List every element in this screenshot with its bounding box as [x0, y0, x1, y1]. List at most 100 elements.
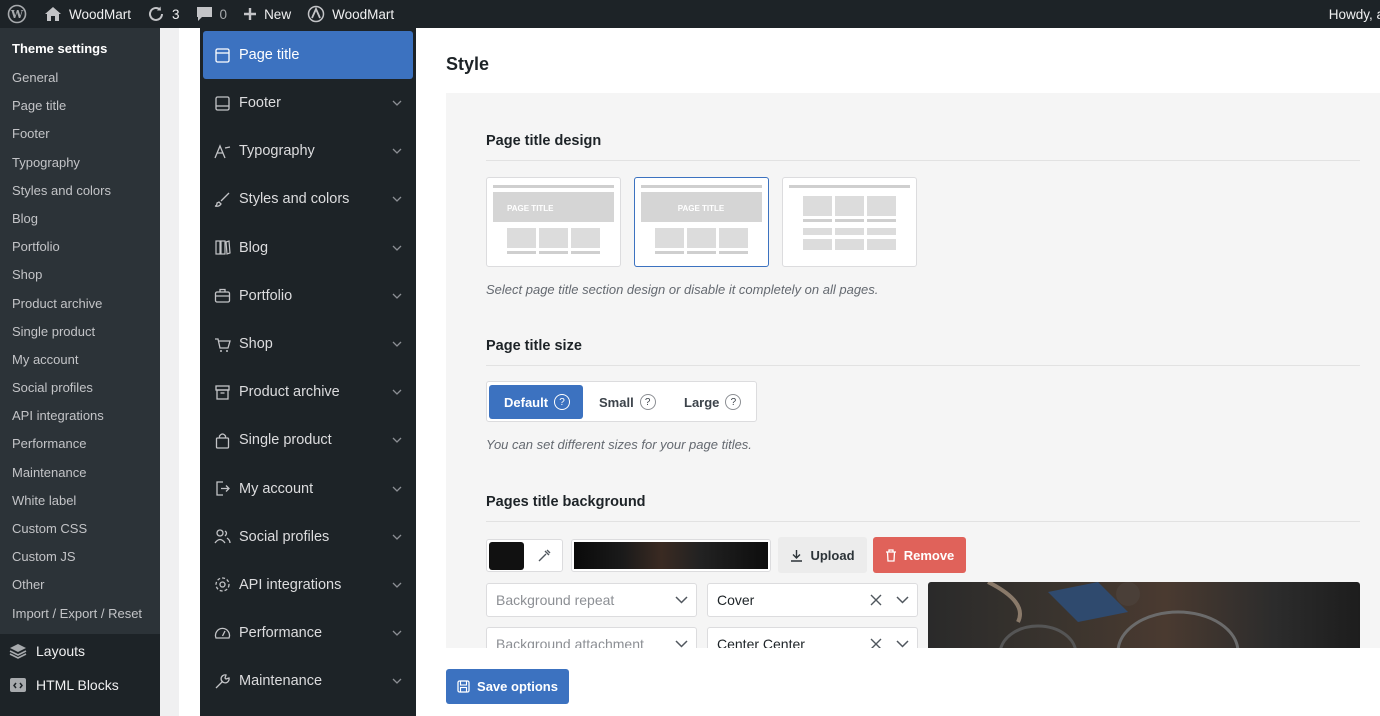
design-option-disabled[interactable] [782, 177, 917, 267]
account-menu[interactable]: Howdy, a [1329, 0, 1380, 28]
wp-submenu-item-portfolio[interactable]: Portfolio [0, 233, 160, 261]
remove-button[interactable]: Remove [873, 537, 966, 573]
wp-submenu-item-footer[interactable]: Footer [0, 120, 160, 148]
size-default-button[interactable]: Default ? [489, 385, 583, 419]
new-content-link[interactable]: New [235, 0, 299, 28]
options-nav-label: My account [239, 480, 314, 497]
options-nav-single-product[interactable]: Single product [200, 416, 416, 464]
wordpress-logo-button[interactable]: W [0, 0, 36, 28]
theme-link[interactable]: WoodMart [299, 0, 402, 28]
wp-submenu-item-custom-css[interactable]: Custom CSS [0, 515, 160, 543]
options-nav-performance[interactable]: Performance [200, 609, 416, 657]
options-nav-typography[interactable]: Typography [200, 127, 416, 175]
help-icon[interactable]: ? [554, 394, 571, 410]
theme-settings-submenu: Theme settings General Page title Footer Ty… [0, 28, 160, 634]
background-size-select[interactable]: Cover [707, 583, 918, 617]
chevron-down-icon[interactable] [392, 192, 402, 208]
options-nav-product-archive[interactable]: Product archive [200, 368, 416, 416]
wp-submenu-item-white-label[interactable]: White label [0, 487, 160, 515]
color-swatch[interactable] [489, 542, 524, 570]
menu-layouts[interactable]: Layouts [0, 634, 160, 668]
chevron-down-icon[interactable] [392, 433, 402, 449]
clear-icon[interactable] [870, 638, 882, 649]
wp-submenu-item-custom-js[interactable]: Custom JS [0, 543, 160, 571]
comments-link[interactable]: 0 [188, 0, 236, 28]
options-nav-footer[interactable]: Footer [200, 79, 416, 127]
wp-submenu-item-social-profiles[interactable]: Social profiles [0, 374, 160, 402]
options-nav-social-profiles[interactable]: Social profiles [200, 513, 416, 561]
options-nav-api-integrations[interactable]: API integrations [200, 561, 416, 609]
cyclist-photo [987, 582, 1240, 648]
chevron-down-icon[interactable] [392, 530, 402, 546]
design-option-2[interactable]: PAGE TITLE [634, 177, 769, 267]
wp-submenu-item-other[interactable]: Other [0, 571, 160, 599]
menu-html-blocks[interactable]: HTML Blocks [0, 668, 160, 702]
menu-html-blocks-label: HTML Blocks [36, 676, 119, 693]
wp-submenu-item-blog[interactable]: Blog [0, 205, 160, 233]
layout-thumbnail: PAGE TITLE [641, 185, 762, 254]
save-options-button[interactable]: Save options [446, 669, 569, 704]
wp-submenu-item-typography[interactable]: Typography [0, 149, 160, 177]
theme-label: WoodMart [332, 6, 395, 22]
updates-link[interactable]: 3 [139, 0, 188, 28]
options-nav-blog[interactable]: Blog [200, 224, 416, 272]
chevron-down-icon[interactable] [392, 337, 402, 353]
size-large-label: Large [684, 394, 720, 410]
options-nav-portfolio[interactable]: Portfolio [200, 272, 416, 320]
new-label: New [264, 6, 292, 22]
options-nav-label: Page title [239, 47, 300, 63]
design-option-1[interactable]: PAGE TITLE [486, 177, 621, 267]
wp-submenu-item-page-title[interactable]: Page title [0, 92, 160, 120]
chevron-down-icon[interactable] [392, 578, 402, 594]
size-large-button[interactable]: Large ? [684, 385, 754, 419]
size-title: Page title size [486, 338, 582, 354]
save-options-label: Save options [477, 679, 558, 694]
options-nav-shop[interactable]: Shop [200, 320, 416, 368]
wp-submenu-item-product-archive[interactable]: Product archive [0, 290, 160, 318]
plus-icon [244, 8, 257, 20]
chevron-down-icon[interactable] [392, 674, 402, 690]
blog-icon [214, 239, 231, 256]
wp-submenu-item-performance[interactable]: Performance [0, 430, 160, 458]
wp-submenu-item-single-product[interactable]: Single product [0, 318, 160, 346]
options-nav-my-account[interactable]: My account [200, 465, 416, 513]
chevron-down-icon[interactable] [392, 289, 402, 305]
download-icon [791, 549, 803, 562]
chevron-down-icon[interactable] [392, 96, 402, 112]
wp-submenu-item-maintenance[interactable]: Maintenance [0, 459, 160, 487]
chevron-down-icon[interactable] [392, 626, 402, 642]
options-nav-page-title[interactable]: Page title [203, 31, 413, 79]
chevron-down-icon[interactable] [392, 241, 402, 257]
background-position-select[interactable]: Center Center [707, 627, 918, 648]
help-icon[interactable]: ? [639, 394, 656, 410]
theme-settings-heading[interactable]: Theme settings [0, 36, 160, 64]
thumb-label: PAGE TITLE [507, 204, 554, 213]
options-nav-styles-and-colors[interactable]: Styles and colors [200, 175, 416, 223]
chevron-down-icon[interactable] [392, 385, 402, 401]
site-name: WoodMart [69, 6, 132, 22]
site-name-link[interactable]: WoodMart [36, 0, 139, 28]
layout-thumbnail: PAGE TITLE [493, 185, 614, 254]
wp-submenu-item-styles-and-colors[interactable]: Styles and colors [0, 177, 160, 205]
upload-button[interactable]: Upload [778, 537, 867, 573]
background-repeat-select[interactable]: Background repeat [486, 583, 697, 617]
options-nav-maintenance[interactable]: Maintenance [200, 657, 416, 705]
clear-icon[interactable] [870, 594, 882, 606]
options-sidebar: Page title Footer Typography Styles and col… [200, 28, 416, 716]
eyedropper-icon[interactable] [537, 549, 551, 563]
background-attachment-select[interactable]: Background attachment [486, 627, 697, 648]
wp-submenu-item-shop[interactable]: Shop [0, 261, 160, 289]
thumb-label: PAGE TITLE [678, 204, 725, 213]
wp-submenu-item-api-integrations[interactable]: API integrations [0, 402, 160, 430]
wp-submenu-item-import-export-reset[interactable]: Import / Export / Reset [0, 600, 160, 628]
section-heading: Style [446, 54, 490, 74]
bag-icon [214, 432, 231, 449]
wp-submenu-item-my-account[interactable]: My account [0, 346, 160, 374]
wp-submenu-item-general[interactable]: General [0, 64, 160, 92]
options-main: Style Page title design PAGE TITLE PAGE … [416, 28, 1380, 716]
size-small-button[interactable]: Small ? [599, 385, 669, 419]
color-picker[interactable] [486, 539, 563, 572]
chevron-down-icon[interactable] [392, 482, 402, 498]
chevron-down-icon[interactable] [392, 144, 402, 160]
help-icon[interactable]: ? [725, 394, 742, 410]
